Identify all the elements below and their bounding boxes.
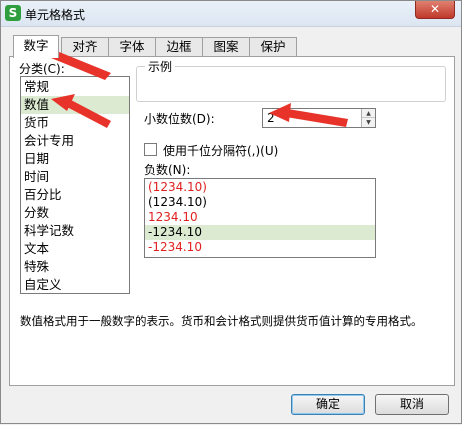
negative-format-item[interactable]: -1234.10 xyxy=(145,240,375,255)
cancel-button[interactable]: 取消 xyxy=(375,394,449,415)
category-item-general[interactable]: 常规 xyxy=(21,78,129,96)
category-item-special[interactable]: 特殊 xyxy=(21,258,129,276)
negative-format-item[interactable]: -1234.10 xyxy=(145,225,375,240)
thousands-separator-label[interactable]: 使用千位分隔符(,)(U) xyxy=(163,142,278,159)
negative-format-item[interactable]: (1234.10) xyxy=(145,195,375,210)
category-item-currency[interactable]: 货币 xyxy=(21,114,129,132)
wps-app-icon: S xyxy=(5,5,21,21)
category-item-text[interactable]: 文本 xyxy=(21,240,129,258)
category-item-scientific[interactable]: 科学记数 xyxy=(21,222,129,240)
spin-up-icon[interactable]: ▲ xyxy=(362,109,375,118)
format-description: 数值格式用于一般数字的表示。货币和会计格式则提供货币值计算的专用格式。 xyxy=(20,314,423,328)
category-label: 分类(C): xyxy=(19,62,65,76)
spin-down-icon[interactable]: ▼ xyxy=(362,118,375,127)
category-item-fraction[interactable]: 分数 xyxy=(21,204,129,222)
category-item-percentage[interactable]: 百分比 xyxy=(21,186,129,204)
category-item-accounting[interactable]: 会计专用 xyxy=(21,132,129,150)
negative-numbers-label: 负数(N): xyxy=(144,163,191,177)
format-cells-dialog: S 单元格格式 ✕ 数字 对齐 字体 边框 图案 保护 分类(C): 常规 数值… xyxy=(0,0,462,424)
category-item-custom[interactable]: 自定义 xyxy=(21,276,129,293)
title-bar: S 单元格格式 ✕ xyxy=(1,1,461,27)
negative-numbers-list[interactable]: (1234.10) (1234.10) 1234.10 -1234.10 -12… xyxy=(144,178,376,258)
tab-alignment[interactable]: 对齐 xyxy=(61,37,109,57)
tab-pattern[interactable]: 图案 xyxy=(202,37,250,57)
decimal-places-value[interactable]: 2 xyxy=(267,111,275,125)
tab-border[interactable]: 边框 xyxy=(155,37,203,57)
dialog-title: 单元格格式 xyxy=(25,8,86,22)
spinner-buttons: ▲ ▼ xyxy=(361,109,375,127)
tab-protection[interactable]: 保护 xyxy=(249,37,297,57)
tab-font[interactable]: 字体 xyxy=(108,37,156,57)
negative-format-item[interactable]: (1234.10) xyxy=(145,180,375,195)
number-tab-panel: 分类(C): 常规 数值 货币 会计专用 日期 时间 百分比 分数 科学记数 文… xyxy=(9,56,455,386)
sample-groupbox: 示例 xyxy=(136,58,446,102)
category-list[interactable]: 常规 数值 货币 会计专用 日期 时间 百分比 分数 科学记数 文本 特殊 自定… xyxy=(20,76,130,294)
close-button[interactable]: ✕ xyxy=(415,1,455,19)
sample-legend: 示例 xyxy=(145,58,176,75)
category-item-time[interactable]: 时间 xyxy=(21,168,129,186)
decimal-places-label: 小数位数(D): xyxy=(144,112,215,126)
decimal-places-spinner[interactable]: 2 ▲ ▼ xyxy=(262,108,376,128)
thousands-separator-checkbox[interactable] xyxy=(144,143,157,156)
negative-format-item[interactable]: 1234.10 xyxy=(145,210,375,225)
tab-number[interactable]: 数字 xyxy=(13,35,59,58)
ok-button[interactable]: 确定 xyxy=(291,394,365,415)
category-item-date[interactable]: 日期 xyxy=(21,150,129,168)
category-item-number[interactable]: 数值 xyxy=(21,96,129,114)
